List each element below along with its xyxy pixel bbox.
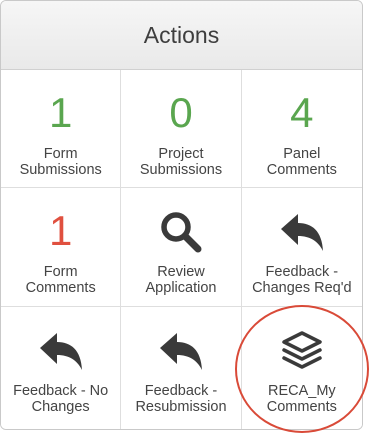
reply-arrow-icon — [279, 212, 325, 254]
panel-comments-count: 4 — [290, 89, 314, 136]
reca-my-comments-label: RECA_My Comments — [266, 383, 337, 415]
search-icon — [159, 210, 203, 254]
form-comments-count: 1 — [48, 207, 73, 254]
form-submissions-label: Form Submissions — [19, 146, 102, 178]
form-submissions-tile[interactable]: 1 Form Submissions — [1, 70, 122, 188]
project-submissions-count: 0 — [169, 89, 193, 136]
feedback-no-changes-tile[interactable]: Feedback - No Changes — [1, 307, 122, 429]
project-submissions-label: Project Submissions — [139, 146, 223, 178]
panel-comments-tile[interactable]: 4 Panel Comments — [241, 70, 362, 188]
reply-arrow-icon — [38, 331, 84, 373]
reca-my-comments-tile[interactable]: RECA_My Comments — [241, 307, 362, 429]
form-submissions-count: 1 — [48, 89, 73, 136]
project-submissions-tile[interactable]: 0 Project Submissions — [121, 70, 242, 188]
panel-header: Actions — [1, 1, 362, 70]
panel-comments-label: Panel Comments — [266, 146, 337, 178]
form-comments-tile[interactable]: 1 Form Comments — [1, 188, 122, 307]
panel-title: Actions — [143, 21, 220, 48]
feedback-resubmission-label: Feedback - Resubmission — [135, 383, 227, 415]
actions-panel: Actions 1 Form Submissions 0 Project Sub… — [0, 0, 363, 430]
actions-grid: 1 Form Submissions 0 Project Submissions… — [1, 70, 362, 429]
reply-arrow-icon — [158, 331, 204, 373]
feedback-resubmission-tile[interactable]: Feedback - Resubmission — [121, 307, 242, 429]
feedback-changes-reqd-tile[interactable]: Feedback - Changes Req'd — [241, 188, 362, 307]
feedback-changes-reqd-label: Feedback - Changes Req'd — [252, 264, 352, 296]
layers-icon — [280, 329, 324, 373]
feedback-no-changes-label: Feedback - No Changes — [13, 383, 109, 415]
form-comments-label: Form Comments — [25, 264, 96, 296]
review-application-label: Review Application — [145, 264, 217, 296]
review-application-tile[interactable]: Review Application — [121, 188, 242, 307]
